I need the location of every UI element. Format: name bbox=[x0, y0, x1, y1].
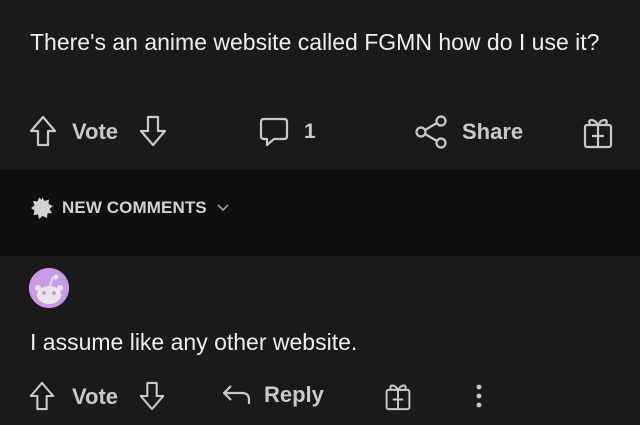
vertical-ellipsis-icon bbox=[476, 384, 482, 408]
snoo-avatar-icon bbox=[29, 268, 69, 308]
gift-icon bbox=[583, 118, 613, 149]
downvote-button[interactable] bbox=[138, 114, 168, 148]
more-options-button[interactable] bbox=[474, 382, 484, 410]
comment-downvote-button[interactable] bbox=[138, 380, 166, 412]
reply-button[interactable]: Reply bbox=[222, 382, 324, 408]
avatar[interactable] bbox=[29, 268, 69, 308]
sort-label: NEW COMMENTS bbox=[62, 198, 207, 217]
comment-body: I assume like any other website. bbox=[30, 329, 358, 355]
share-icon bbox=[415, 115, 447, 149]
comment-bubble-icon bbox=[259, 117, 289, 147]
award-button[interactable] bbox=[582, 114, 614, 150]
share-button[interactable]: Share bbox=[414, 114, 523, 150]
sort-comments-dropdown[interactable]: NEW COMMENTS bbox=[30, 196, 229, 220]
post-action-bar: Vote 1 Share bbox=[0, 114, 640, 154]
downvote-icon bbox=[139, 381, 165, 411]
chevron-down-icon bbox=[217, 204, 229, 212]
comment-action-bar: Vote Reply bbox=[0, 376, 640, 416]
gift-icon bbox=[385, 384, 411, 411]
comment-vote-label: Vote bbox=[72, 384, 119, 409]
reply-label: Reply bbox=[264, 382, 324, 407]
comments-button[interactable]: 1 bbox=[258, 115, 316, 149]
share-label: Share bbox=[462, 119, 524, 144]
comment-count: 1 bbox=[304, 120, 316, 143]
upvote-icon bbox=[29, 381, 55, 411]
vote-label: Vote bbox=[72, 119, 119, 144]
upvote-button[interactable] bbox=[28, 114, 58, 148]
upvote-icon bbox=[29, 115, 57, 147]
comment-upvote-button[interactable] bbox=[28, 380, 56, 412]
starburst-icon bbox=[31, 197, 53, 219]
downvote-icon bbox=[139, 115, 167, 147]
post-title: There's an anime website called FGMN how… bbox=[30, 29, 600, 55]
reply-icon bbox=[222, 385, 251, 404]
comment-award-button[interactable] bbox=[384, 380, 412, 412]
